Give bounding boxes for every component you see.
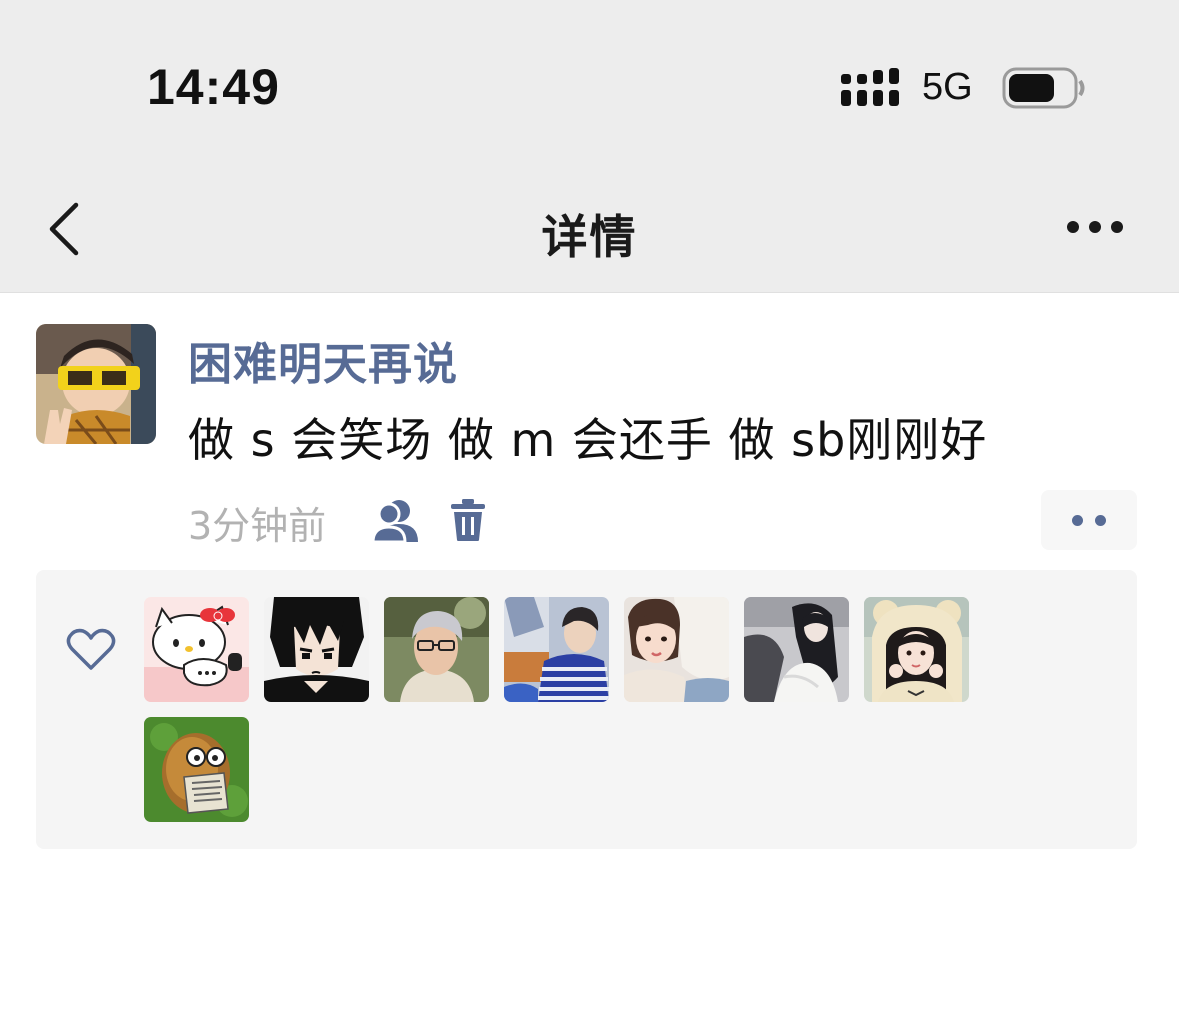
likes-panel <box>36 570 1137 849</box>
action-dot <box>1095 515 1106 526</box>
post-timestamp: 3分钟前 <box>188 504 327 548</box>
action-dots-icon[interactable] <box>1041 490 1137 550</box>
heart-icon <box>66 628 116 670</box>
status-bar: 14:49 5G <box>0 0 1179 175</box>
more-icon[interactable] <box>1060 213 1130 241</box>
action-dot <box>1072 515 1083 526</box>
author-avatar[interactable] <box>36 324 156 444</box>
friends-visible-icon[interactable] <box>372 498 420 544</box>
striped-shirt-boy-avatar[interactable] <box>504 597 609 702</box>
nav-bar: 详情 <box>0 175 1179 293</box>
hello-kitty-avatar[interactable] <box>144 597 249 702</box>
battery-icon <box>1002 67 1085 109</box>
author-name[interactable]: 困难明天再说 <box>188 328 458 392</box>
status-time: 14:49 <box>147 59 280 115</box>
network-type: 5G <box>922 66 973 108</box>
long-hair-girl-avatar[interactable] <box>744 597 849 702</box>
page-title: 详情 <box>541 210 638 264</box>
girl-cheek-avatar[interactable] <box>624 597 729 702</box>
delete-icon[interactable] <box>450 498 486 542</box>
signal-icon <box>841 68 899 106</box>
wall-nut-avatar[interactable] <box>144 717 249 822</box>
post-content: 做 s 会笑场 做 m 会还手 做 sb刚刚好 <box>188 413 988 467</box>
bear-hat-girl-avatar[interactable] <box>864 597 969 702</box>
anime-boy-avatar[interactable] <box>264 597 369 702</box>
silver-hair-man-avatar[interactable] <box>384 597 489 702</box>
